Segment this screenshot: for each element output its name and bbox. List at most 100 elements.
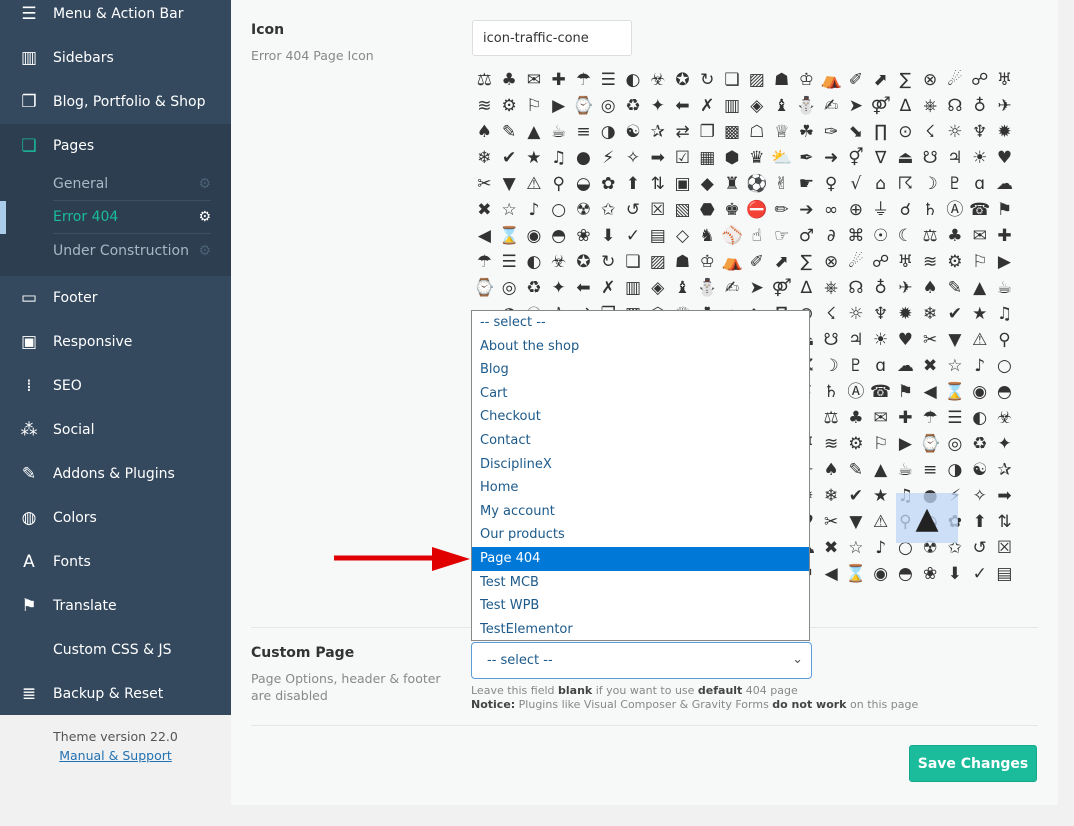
icon-option[interactable]: ✩ bbox=[596, 197, 621, 223]
icon-option[interactable]: ⚥ bbox=[843, 145, 868, 171]
icon-option[interactable]: ▼ bbox=[497, 171, 522, 197]
icon-option[interactable]: ⌛ bbox=[843, 561, 868, 587]
icon-option[interactable]: ✚ bbox=[992, 223, 1017, 249]
icon-option[interactable]: ✰ bbox=[992, 457, 1017, 483]
icon-option[interactable]: ♥ bbox=[893, 327, 918, 353]
icon-option[interactable]: ★ bbox=[967, 301, 992, 327]
icon-option[interactable]: ⎈ bbox=[819, 275, 844, 301]
icon-option[interactable]: ☒ bbox=[992, 535, 1017, 561]
icon-option[interactable]: ☀ bbox=[967, 145, 992, 171]
traffic-cone-icon[interactable]: ▲ bbox=[896, 493, 958, 543]
dropdown-option[interactable]: TestElementor bbox=[472, 618, 809, 642]
icon-option[interactable]: ⚽ bbox=[744, 171, 769, 197]
dropdown-option[interactable]: About the shop bbox=[472, 335, 809, 359]
icon-option[interactable]: ◑ bbox=[943, 457, 968, 483]
icon-option[interactable]: ♄ bbox=[819, 379, 844, 405]
icon-option[interactable]: ◓ bbox=[546, 223, 571, 249]
icon-option[interactable]: ⚠ bbox=[967, 327, 992, 353]
icon-option[interactable]: ◎ bbox=[943, 431, 968, 457]
icon-option[interactable]: ♫ bbox=[546, 145, 571, 171]
icon-option[interactable]: ▨ bbox=[744, 67, 769, 93]
icon-option[interactable]: ☘ bbox=[794, 119, 819, 145]
icon-option[interactable]: ➔ bbox=[794, 197, 819, 223]
icon-option[interactable]: ⚲ bbox=[546, 171, 571, 197]
icon-input[interactable] bbox=[472, 20, 632, 56]
icon-option[interactable]: ∑ bbox=[794, 249, 819, 275]
icon-option[interactable]: ☽ bbox=[819, 353, 844, 379]
sidebar-item-responsive[interactable]: ▣ Responsive bbox=[0, 320, 231, 364]
sidebar-subitem[interactable]: Error 404 ⚙ bbox=[53, 201, 211, 234]
icon-option[interactable]: ★ bbox=[522, 145, 547, 171]
gear-icon[interactable]: ⚙ bbox=[198, 176, 211, 192]
sidebar-item-colors[interactable]: ◍ Colors bbox=[0, 496, 231, 540]
icon-option[interactable]: ❄ bbox=[819, 483, 844, 509]
icon-option[interactable]: Ⓐ bbox=[943, 197, 968, 223]
icon-option[interactable]: ⌚ bbox=[571, 93, 596, 119]
icon-option[interactable]: ☑ bbox=[670, 145, 695, 171]
icon-option[interactable]: ⇄ bbox=[670, 119, 695, 145]
icon-option[interactable]: ⬊ bbox=[843, 119, 868, 145]
icon-option[interactable]: ☯ bbox=[621, 119, 646, 145]
icon-option[interactable]: ∂ bbox=[819, 223, 844, 249]
icon-option[interactable]: ▼ bbox=[843, 509, 868, 535]
icon-option[interactable]: ☋ bbox=[918, 145, 943, 171]
icon-option[interactable]: ☀ bbox=[868, 327, 893, 353]
icon-option[interactable]: ☼ bbox=[943, 119, 968, 145]
icon-option[interactable]: ♪ bbox=[967, 353, 992, 379]
icon-option[interactable]: ♻ bbox=[522, 275, 547, 301]
icon-option[interactable]: ↺ bbox=[621, 197, 646, 223]
dropdown-option[interactable]: Blog bbox=[472, 358, 809, 382]
icon-option[interactable]: ✓ bbox=[621, 223, 646, 249]
manual-support-link[interactable]: Manual & Support bbox=[0, 746, 231, 765]
sidebar-item-pages[interactable]: ❏ Pages bbox=[0, 124, 231, 168]
icon-option[interactable]: ✚ bbox=[546, 67, 571, 93]
icon-option[interactable]: ☆ bbox=[497, 197, 522, 223]
icon-option[interactable]: ♆ bbox=[868, 301, 893, 327]
icon-option[interactable]: ♚ bbox=[720, 197, 745, 223]
icon-option[interactable]: ⌛ bbox=[497, 223, 522, 249]
icon-option[interactable]: ♁ bbox=[967, 93, 992, 119]
icon-option[interactable]: ☛ bbox=[794, 171, 819, 197]
icon-option[interactable]: ♂ bbox=[794, 223, 819, 249]
icon-option[interactable]: ♃ bbox=[943, 145, 968, 171]
icon-option[interactable]: ⚙ bbox=[843, 431, 868, 457]
icon-option[interactable]: ✎ bbox=[497, 119, 522, 145]
icon-option[interactable]: ⚙ bbox=[497, 93, 522, 119]
sidebar-item-menu-action-bar[interactable]: ☰ Menu & Action Bar bbox=[0, 0, 231, 36]
icon-option[interactable]: ⏚ bbox=[868, 197, 893, 223]
icon-option[interactable]: ⚤ bbox=[769, 275, 794, 301]
icon-option[interactable]: ✦ bbox=[992, 431, 1017, 457]
dropdown-option[interactable]: DisciplineX bbox=[472, 453, 809, 477]
icon-option[interactable]: ♀ bbox=[819, 171, 844, 197]
icon-option[interactable]: ♻ bbox=[621, 93, 646, 119]
icon-option[interactable]: ☂ bbox=[918, 405, 943, 431]
icon-option[interactable]: ⎈ bbox=[918, 93, 943, 119]
icon-option[interactable]: ▶ bbox=[893, 431, 918, 457]
icon-option[interactable]: ☄ bbox=[843, 249, 868, 275]
icon-option[interactable]: ▦ bbox=[695, 145, 720, 171]
icon-option[interactable]: ⬈ bbox=[769, 249, 794, 275]
icon-option[interactable]: ☍ bbox=[868, 249, 893, 275]
icon-option[interactable]: ♪ bbox=[522, 197, 547, 223]
icon-option[interactable]: ☽ bbox=[918, 171, 943, 197]
icon-option[interactable]: ➤ bbox=[744, 275, 769, 301]
icon-option[interactable]: ⬅ bbox=[571, 275, 596, 301]
icon-option[interactable]: ➡ bbox=[992, 483, 1017, 509]
icon-option[interactable]: ◐ bbox=[621, 67, 646, 93]
icon-option[interactable]: ⚐ bbox=[967, 249, 992, 275]
icon-option[interactable]: ∆ bbox=[794, 275, 819, 301]
icon-option[interactable]: ∑ bbox=[893, 67, 918, 93]
icon-option[interactable]: ❏ bbox=[720, 67, 745, 93]
icon-option[interactable]: ◆ bbox=[695, 171, 720, 197]
icon-option[interactable]: ➡ bbox=[645, 145, 670, 171]
icon-option[interactable]: ◎ bbox=[596, 93, 621, 119]
icon-option[interactable]: ☞ bbox=[769, 223, 794, 249]
icon-option[interactable]: ▼ bbox=[943, 327, 968, 353]
icon-option[interactable]: ➤ bbox=[843, 93, 868, 119]
icon-option[interactable]: ♕ bbox=[769, 119, 794, 145]
icon-option[interactable]: ∞ bbox=[819, 197, 844, 223]
dropdown-option[interactable]: Test WPB bbox=[472, 594, 809, 618]
icon-option[interactable]: ▥ bbox=[720, 93, 745, 119]
icon-option[interactable]: ⚙ bbox=[943, 249, 968, 275]
icon-option[interactable]: ⇅ bbox=[992, 509, 1017, 535]
